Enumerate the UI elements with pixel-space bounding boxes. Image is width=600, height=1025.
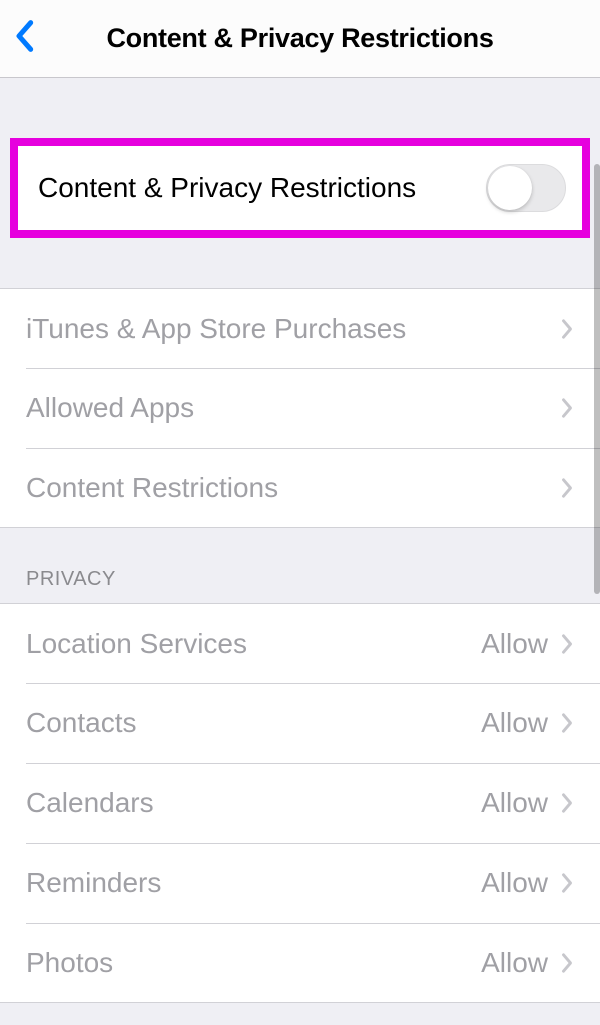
content-restrictions-row[interactable]: Content Restrictions <box>0 448 600 528</box>
toggle-row-label: Content & Privacy Restrictions <box>38 172 486 204</box>
chevron-right-icon <box>560 711 574 735</box>
highlighted-toggle-row: Content & Privacy Restrictions <box>10 138 590 238</box>
contacts-row[interactable]: Contacts Allow <box>0 683 600 763</box>
chevron-right-icon <box>560 951 574 975</box>
row-value: Allow <box>481 787 548 819</box>
back-button[interactable] <box>14 14 44 64</box>
row-value: Allow <box>481 628 548 660</box>
settings-scroll-area[interactable]: Content & Privacy Restrictions iTunes & … <box>0 78 600 1025</box>
privacy-section-header: PRIVACY <box>0 528 600 603</box>
chevron-right-icon <box>560 871 574 895</box>
row-label: Photos <box>26 947 481 979</box>
chevron-right-icon <box>560 791 574 815</box>
chevron-right-icon <box>560 632 574 656</box>
row-label: Calendars <box>26 787 481 819</box>
content-privacy-toggle[interactable] <box>486 164 566 212</box>
row-value: Allow <box>481 947 548 979</box>
location-services-row[interactable]: Location Services Allow <box>0 603 600 683</box>
row-label: Contacts <box>26 707 481 739</box>
privacy-group: Location Services Allow Contacts Allow C… <box>0 603 600 1003</box>
row-label: iTunes & App Store Purchases <box>26 313 560 345</box>
row-label: Content Restrictions <box>26 472 560 504</box>
toggle-knob <box>488 166 532 210</box>
row-label: Reminders <box>26 867 481 899</box>
chevron-right-icon <box>560 317 574 341</box>
content-privacy-toggle-row[interactable]: Content & Privacy Restrictions <box>22 150 578 226</box>
row-label: Location Services <box>26 628 481 660</box>
chevron-left-icon <box>14 19 34 58</box>
allowed-apps-row[interactable]: Allowed Apps <box>0 368 600 448</box>
row-label: Allowed Apps <box>26 392 560 424</box>
page-title: Content & Privacy Restrictions <box>0 23 600 54</box>
chevron-right-icon <box>560 476 574 500</box>
calendars-row[interactable]: Calendars Allow <box>0 763 600 843</box>
chevron-right-icon <box>560 396 574 420</box>
photos-row[interactable]: Photos Allow <box>0 923 600 1003</box>
scrollbar[interactable] <box>594 164 600 594</box>
navigation-bar: Content & Privacy Restrictions <box>0 0 600 78</box>
row-value: Allow <box>481 867 548 899</box>
restrictions-group: iTunes & App Store Purchases Allowed App… <box>0 288 600 528</box>
itunes-purchases-row[interactable]: iTunes & App Store Purchases <box>0 288 600 368</box>
row-value: Allow <box>481 707 548 739</box>
reminders-row[interactable]: Reminders Allow <box>0 843 600 923</box>
